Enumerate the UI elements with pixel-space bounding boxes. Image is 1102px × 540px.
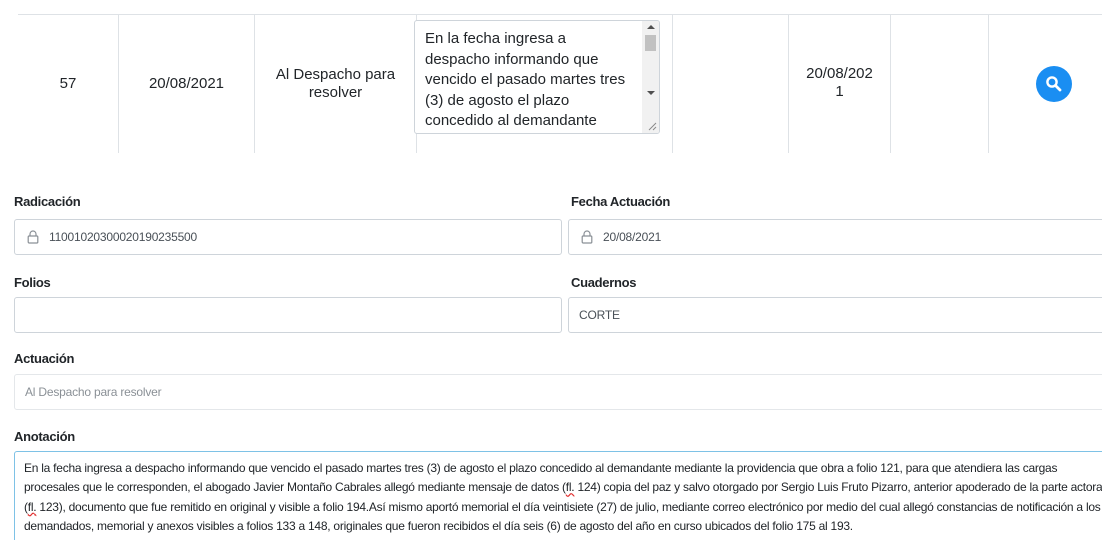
scroll-up-arrow-icon[interactable] — [647, 25, 655, 29]
folios-label: Folios — [14, 275, 51, 290]
textarea-scrollbar[interactable] — [642, 21, 659, 133]
row-date: 20/08/2021 — [148, 75, 225, 92]
row-registro-date: 20/08/2021 — [806, 65, 873, 100]
lock-icon — [581, 230, 593, 244]
radicacion-value: 11001020300020190235500 — [49, 230, 198, 244]
resize-handle-icon[interactable] — [648, 122, 657, 131]
scroll-thumb[interactable] — [645, 35, 656, 51]
fecha-actuacion-field[interactable]: 20/08/2021 — [568, 219, 1102, 255]
row-date-cell: 20/08/2021 — [118, 15, 254, 153]
cuadernos-input[interactable]: CORTE — [568, 297, 1102, 333]
actuacion-label: Actuación — [14, 351, 75, 366]
row-number-cell: 57 — [18, 15, 118, 153]
anotacion-textarea[interactable]: En la fecha ingresa a despacho informand… — [14, 451, 1102, 540]
row-empty-cell-2 — [890, 15, 988, 153]
lock-icon — [27, 230, 39, 244]
cuadernos-value: CORTE — [579, 308, 620, 322]
view-detail-button[interactable] — [1036, 66, 1072, 102]
row-anotacion-textarea[interactable]: En la fecha ingresa a despacho informand… — [414, 20, 660, 134]
row-actuacion-cell: Al Despacho para resolver — [254, 15, 416, 153]
fecha-actuacion-label: Fecha Actuación — [571, 194, 671, 209]
cuadernos-label: Cuadernos — [571, 275, 637, 290]
row-number: 57 — [59, 75, 77, 92]
actuacion-value: Al Despacho para resolver — [25, 385, 162, 399]
radicacion-label: Radicación — [14, 194, 81, 209]
row-anotacion-text: En la fecha ingresa a despacho informand… — [425, 30, 626, 129]
row-registro-cell: 20/08/2021 — [788, 15, 890, 153]
row-empty-cell — [672, 15, 788, 153]
actuacion-select[interactable]: Al Despacho para resolver — [14, 374, 1102, 410]
scroll-down-arrow-icon[interactable] — [647, 91, 655, 95]
search-icon — [1046, 76, 1062, 92]
folios-input[interactable] — [14, 297, 562, 333]
fecha-actuacion-value: 20/08/2021 — [603, 230, 662, 244]
radicacion-field[interactable]: 11001020300020190235500 — [14, 219, 562, 255]
anotacion-text-3: 123), documento que fue remitido en orig… — [24, 499, 1101, 534]
anotacion-label: Anotación — [14, 429, 75, 444]
row-actuacion: Al Despacho para resolver — [275, 66, 396, 101]
